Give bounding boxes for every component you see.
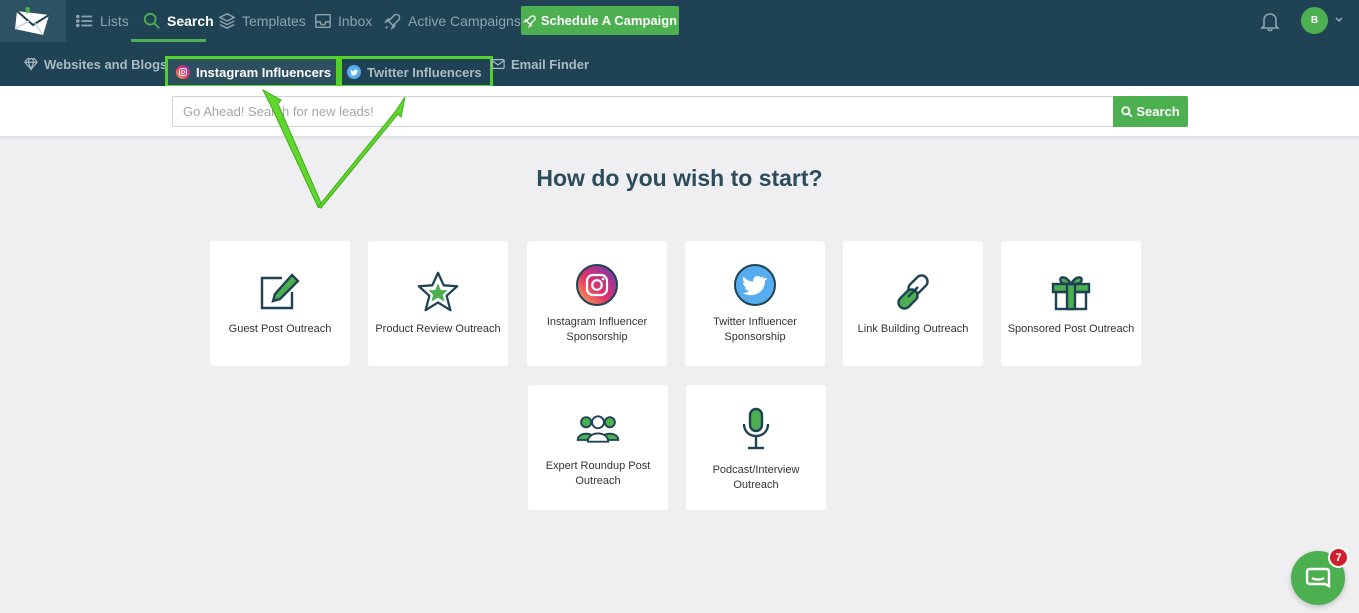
- instagram-icon: [576, 263, 618, 306]
- user-avatar[interactable]: B: [1301, 7, 1328, 34]
- nav-search-label: Search: [167, 13, 214, 29]
- subnav-twitter-influencers[interactable]: Twitter Influencers: [336, 56, 493, 88]
- card-label: Expert Roundup Post Outreach: [545, 459, 651, 487]
- rocket-icon: [384, 13, 401, 30]
- users-group-icon: [576, 414, 620, 443]
- inbox-icon: [315, 13, 331, 29]
- nav-lists-label: Lists: [100, 13, 129, 29]
- search-bar-row: Search: [0, 86, 1359, 136]
- card-link-building-outreach[interactable]: Link Building Outreach: [843, 241, 983, 366]
- nav-templates[interactable]: Templates: [218, 0, 306, 42]
- list-icon: [76, 14, 93, 28]
- instagram-icon: [176, 65, 190, 79]
- schedule-campaign-label: Schedule A Campaign: [540, 13, 678, 28]
- card-guest-post-outreach[interactable]: Guest Post Outreach: [210, 241, 350, 366]
- nav-search[interactable]: Search: [143, 0, 214, 42]
- card-instagram-influencer-sponsorship[interactable]: Instagram Influencer Sponsorship: [527, 241, 667, 366]
- search-icon: [1121, 105, 1133, 117]
- card-twitter-influencer-sponsorship[interactable]: Twitter Influencer Sponsorship: [685, 241, 825, 366]
- subnav-email-finder-label: Email Finder: [511, 56, 590, 72]
- subnav-instagram-influencers[interactable]: Instagram Influencers: [165, 56, 343, 88]
- page-heading: How do you wish to start?: [536, 165, 823, 191]
- chat-notification-badge: 7: [1328, 547, 1349, 568]
- search-button[interactable]: Search: [1113, 96, 1188, 127]
- star-icon: [417, 271, 459, 312]
- card-label: Instagram Influencer Sponsorship: [546, 315, 648, 343]
- bell-icon[interactable]: [1259, 10, 1281, 32]
- sub-navbar: Websites and Blogs Instagram Influencers…: [0, 42, 1359, 88]
- schedule-campaign-button[interactable]: Schedule A Campaign: [521, 6, 679, 35]
- templates-icon: [218, 12, 236, 30]
- card-expert-roundup-post-outreach[interactable]: Expert Roundup Post Outreach: [528, 385, 668, 510]
- twitter-icon: [734, 263, 776, 306]
- subnav-websites-blogs[interactable]: Websites and Blogs: [24, 42, 167, 86]
- card-podcast-interview-outreach[interactable]: Podcast/Interview Outreach: [686, 385, 826, 510]
- search-input[interactable]: [172, 96, 1114, 127]
- nav-inbox-label: Inbox: [338, 13, 373, 29]
- subnav-twitter-influencers-label: Twitter Influencers: [367, 64, 482, 80]
- subnav-email-finder[interactable]: Email Finder: [491, 42, 589, 86]
- chevron-down-icon[interactable]: [1334, 15, 1344, 25]
- chat-bubble-icon: [1305, 567, 1331, 588]
- card-label: Sponsored Post Outreach: [1007, 323, 1135, 335]
- pencil-edit-icon: [260, 273, 300, 310]
- subnav-websites-blogs-label: Websites and Blogs: [44, 56, 168, 72]
- gift-icon: [1051, 276, 1091, 311]
- card-product-review-outreach[interactable]: Product Review Outreach: [368, 241, 508, 366]
- twitter-icon: [347, 65, 361, 79]
- diamond-icon: [24, 58, 38, 71]
- envelope-icon: [491, 59, 505, 69]
- nav-active-campaigns[interactable]: Active Campaigns: [384, 0, 521, 42]
- nav-lists[interactable]: Lists: [76, 0, 129, 42]
- nav-active-campaigns-label: Active Campaigns: [408, 13, 521, 29]
- card-sponsored-post-outreach[interactable]: Sponsored Post Outreach: [1001, 241, 1141, 366]
- avatar-initial: B: [1310, 15, 1319, 26]
- card-label: Link Building Outreach: [857, 323, 969, 335]
- top-navbar: Lists Search Templates Inbox Active Camp…: [0, 0, 1359, 42]
- card-label: Podcast/Interview Outreach: [712, 463, 800, 491]
- nav-templates-label: Templates: [242, 13, 306, 29]
- rocket-icon: [522, 14, 536, 28]
- link-icon: [897, 274, 929, 310]
- nav-inbox[interactable]: Inbox: [314, 0, 372, 42]
- search-icon: [143, 12, 160, 29]
- envelope-logo-icon: [14, 6, 50, 36]
- app-logo[interactable]: [0, 0, 66, 42]
- card-label: Twitter Influencer Sponsorship: [713, 315, 797, 343]
- card-label: Product Review Outreach: [375, 323, 501, 335]
- subnav-instagram-influencers-label: Instagram Influencers: [196, 64, 332, 80]
- microphone-icon: [742, 407, 770, 449]
- search-button-label: Search: [1136, 104, 1180, 119]
- card-label: Guest Post Outreach: [228, 323, 332, 335]
